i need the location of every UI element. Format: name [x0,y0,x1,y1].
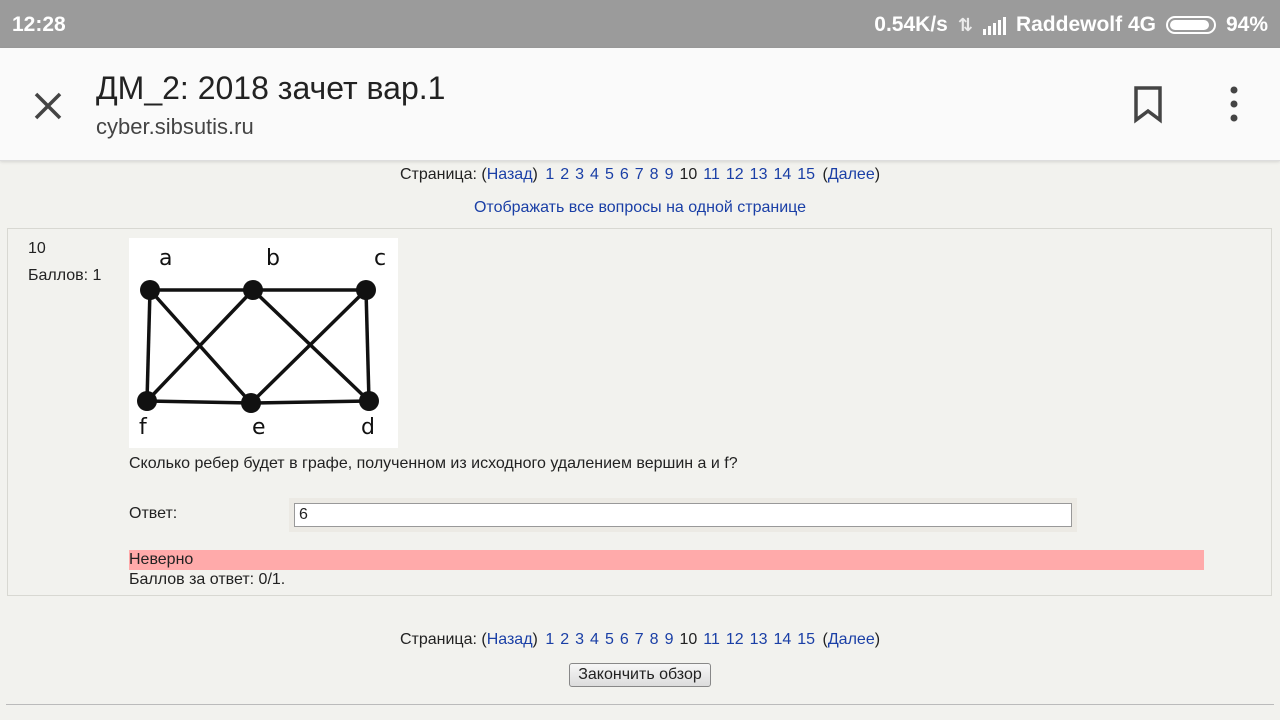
vertex-label-d: d [361,415,375,440]
pagination-page-link[interactable]: 4 [590,166,599,183]
pagination-page-link[interactable]: 8 [650,631,659,648]
pagination-label: Страница: ( [399,166,487,183]
pagination-pages: 1 2 3 4 5 6 7 8 9 10 11 12 13 14 15 [542,631,818,648]
edge-e-d [250,399,370,405]
battery-fill [1169,20,1209,30]
pagination-label: Страница: ( [399,631,487,648]
vertex-d [359,391,379,411]
pagination-page-link[interactable]: 15 [797,631,815,648]
pagination-current-page: 10 [679,631,698,648]
signal-icon [982,15,1006,35]
more-menu-button[interactable] [1216,84,1252,124]
pagination-page-link[interactable]: 11 [703,166,720,183]
pagination-page-link[interactable]: 13 [750,631,768,648]
paren: ) [532,166,538,183]
pagination-page-link[interactable]: 14 [773,631,791,648]
browser-header: ДМ_2: 2018 зачет вар.1 cyber.sibsutis.ru [0,48,1280,161]
paren: ) [874,631,881,648]
pagination-top: Страница: (Назад) 1 2 3 4 5 6 7 8 9 10 11 12 13 14 15 … [0,166,1280,184]
battery-percent: 94% [1225,13,1268,36]
pagination-page-link[interactable]: 5 [605,166,614,183]
graph-svg: a b c d e f [137,246,386,440]
pagination-page-link[interactable]: 12 [726,631,744,648]
carrier-name: Raddewolf 4G [1015,13,1156,36]
data-arrows-icon: ⇅ [957,14,973,35]
answer-label: Ответ: [129,505,178,522]
pagination-page-link[interactable]: 1 [545,631,554,648]
pagination-page-link[interactable]: 14 [773,166,791,183]
pagination-page-link[interactable]: 2 [560,631,569,648]
page-url: cyber.sibsutis.ru [96,114,254,139]
pagination-page-link[interactable]: 9 [665,166,674,183]
pagination-page-link[interactable]: 1 [545,166,554,183]
pagination-next-link[interactable]: Далее [828,166,875,183]
close-button[interactable] [28,86,68,126]
pagination-page-link[interactable]: 15 [797,166,815,183]
pagination-next-link[interactable]: Далее [828,631,875,648]
question-text: Сколько ребер будет в графе, полученном … [129,455,738,472]
graph-image: a b c d e f [129,238,398,448]
pagination-page-link[interactable]: 6 [620,166,629,183]
edge-a-f [145,289,152,402]
pagination-pages: 1 2 3 4 5 6 7 8 9 10 11 12 13 14 15 [542,166,818,183]
pagination-page-link[interactable]: 7 [635,631,644,648]
pagination-page-link[interactable]: 13 [750,166,768,183]
status-time: 12:28 [12,13,66,36]
pagination-page-link[interactable]: 6 [620,631,629,648]
pagination-page-link[interactable]: 8 [650,166,659,183]
edge-c-d [364,289,371,402]
answer-score: Баллов за ответ: 0/1. [129,571,286,588]
finish-review-button[interactable]: Закончить обзор [569,663,711,687]
answer-input[interactable] [294,503,1072,527]
vertex-f [137,391,157,411]
edge-f-e [146,399,252,405]
vertex-label-c: c [374,246,386,271]
show-all-questions-link[interactable]: Отображать все вопросы на одной странице [474,199,806,216]
pagination-page-link[interactable]: 3 [575,631,584,648]
question-grade: Баллов: 1 [28,267,102,284]
network-speed: 0.54K/s [874,13,948,36]
vertex-label-b: b [266,246,280,271]
vertex-label-a: a [159,246,172,271]
pagination-page-link[interactable]: 9 [665,631,674,648]
status-right: 0.54K/s ⇅ Raddewolf 4G 94% [864,13,1268,37]
pagination-current-page: 10 [679,166,698,183]
pagination-page-link[interactable]: 4 [590,631,599,648]
bookmark-button[interactable] [1130,84,1166,124]
vertex-label-f: f [139,415,148,440]
footer-divider [6,704,1274,705]
page-title: ДМ_2: 2018 зачет вар.1 [96,70,446,106]
close-icon [34,92,62,120]
pagination-page-link[interactable]: 12 [726,166,744,183]
bookmark-icon [1134,86,1162,124]
more-vert-icon [1230,86,1238,122]
vertex-label-e: e [252,415,266,440]
vertex-a [140,280,160,300]
pagination-page-link[interactable]: 2 [560,166,569,183]
feedback-incorrect: Неверно [129,550,1204,570]
show-all-container: Отображать все вопросы на одной странице [0,199,1280,217]
question-number: 10 [28,240,46,257]
battery-icon [1165,16,1216,34]
pagination-prev-link[interactable]: Назад [487,166,533,183]
vertex-e [241,393,261,413]
pagination-bottom: Страница: (Назад) 1 2 3 4 5 6 7 8 9 10 11 12 13 14 15 … [0,631,1280,649]
pagination-page-link[interactable]: 5 [605,631,614,648]
paren: ) [532,631,538,648]
paren: ) [874,166,881,183]
vertex-b [243,280,263,300]
pagination-page-link[interactable]: 3 [575,166,584,183]
vertex-c [356,280,376,300]
status-bar: 12:28 0.54K/s ⇅ Raddewolf 4G 94% [0,0,1280,48]
pagination-page-link[interactable]: 11 [703,631,720,648]
pagination-prev-link[interactable]: Назад [487,631,533,648]
pagination-page-link[interactable]: 7 [635,166,644,183]
